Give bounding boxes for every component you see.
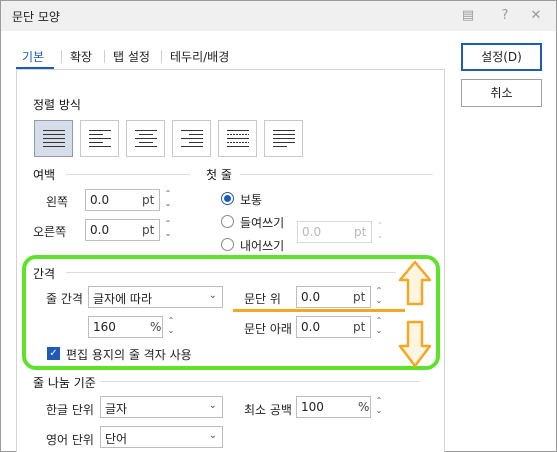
line-break-divider	[100, 381, 420, 382]
align-divide-button[interactable]	[264, 120, 303, 157]
dialog-title: 문단 모양	[12, 10, 60, 24]
korean-unit-select[interactable]: 글자 ⌄	[100, 396, 223, 418]
min-space-label: 최소 공백	[244, 403, 292, 417]
right-margin-value: 0.0	[90, 223, 110, 237]
radio-hanging-label: 내어쓰기	[240, 239, 285, 253]
radio-normal[interactable]	[221, 192, 234, 205]
right-margin-input[interactable]: 0.0 pt	[85, 219, 160, 241]
korean-unit-label: 한글 단위	[46, 403, 94, 417]
min-space-unit: %	[358, 400, 370, 414]
comment-icon[interactable]: ▤	[460, 8, 476, 23]
margin-title: 여백	[33, 168, 56, 182]
align-left-button[interactable]	[80, 120, 119, 157]
align-distribute-icon	[227, 130, 249, 147]
left-margin-spinner[interactable]: ⌃ ⌄	[162, 189, 174, 211]
align-justify-button[interactable]	[34, 120, 73, 157]
highlight-underline	[233, 309, 405, 312]
arrow-up-icon	[398, 260, 432, 306]
korean-unit-value: 글자	[105, 402, 128, 416]
first-line-value: 0.0	[302, 225, 322, 239]
align-divide-icon	[273, 130, 295, 147]
first-line-input: 0.0 pt	[297, 221, 372, 243]
english-unit-label: 영어 단위	[46, 433, 94, 447]
align-distribute-button[interactable]	[218, 120, 257, 157]
tab-border-background[interactable]: 테두리/배경	[170, 48, 229, 66]
english-unit-value: 단어	[105, 432, 128, 446]
first-line-divider	[240, 174, 433, 175]
align-right-icon	[181, 130, 203, 147]
line-break-title: 줄 나눔 기준	[33, 376, 96, 390]
first-line-title: 첫 줄	[206, 168, 232, 182]
arrow-down-icon	[398, 320, 432, 368]
left-margin-value: 0.0	[90, 193, 110, 207]
tab-basic[interactable]: 기본	[22, 48, 44, 66]
align-left-icon	[89, 130, 111, 147]
radio-indent[interactable]	[221, 215, 234, 228]
left-margin-input[interactable]: 0.0 pt	[85, 189, 160, 211]
align-right-button[interactable]	[172, 120, 211, 157]
min-space-spinner[interactable]: ⌃ ⌄	[373, 396, 385, 418]
tab-divider	[161, 50, 162, 63]
min-space-input[interactable]: 100 %	[296, 396, 371, 418]
tab-divider	[104, 50, 105, 63]
left-margin-label: 왼쪽	[46, 195, 69, 209]
radio-hanging[interactable]	[221, 238, 234, 251]
close-icon[interactable]: ✕	[528, 8, 544, 23]
cancel-button[interactable]: 취소	[461, 79, 542, 107]
tab-divider	[61, 50, 62, 63]
help-icon[interactable]: ?	[497, 8, 513, 23]
align-center-button[interactable]	[126, 120, 165, 157]
chevron-down-icon: ⌄	[208, 430, 217, 441]
first-line-unit: pt	[354, 225, 367, 239]
align-justify-icon	[43, 130, 65, 147]
right-margin-spinner[interactable]: ⌃ ⌄	[162, 219, 174, 241]
chevron-down-icon: ⌄	[208, 400, 217, 411]
ok-button[interactable]: 설정(D)	[461, 43, 542, 71]
english-unit-select[interactable]: 단어 ⌄	[100, 426, 223, 448]
radio-indent-label: 들여쓰기	[240, 216, 285, 230]
right-margin-unit: pt	[142, 223, 155, 237]
alignment-title: 정렬 방식	[33, 98, 81, 112]
radio-normal-label: 보통	[240, 193, 263, 207]
first-line-spinner: ⌃ ⌄	[376, 221, 384, 240]
highlight-box	[22, 255, 440, 370]
margin-divider	[66, 174, 190, 175]
tab-tab-settings[interactable]: 탭 설정	[113, 48, 150, 66]
right-margin-label: 오른쪽	[33, 225, 67, 239]
left-margin-unit: pt	[142, 193, 155, 207]
active-tab-indicator	[16, 67, 54, 69]
min-space-value: 100	[301, 400, 324, 414]
align-center-icon	[135, 130, 157, 147]
tab-extended[interactable]: 확장	[70, 48, 92, 66]
